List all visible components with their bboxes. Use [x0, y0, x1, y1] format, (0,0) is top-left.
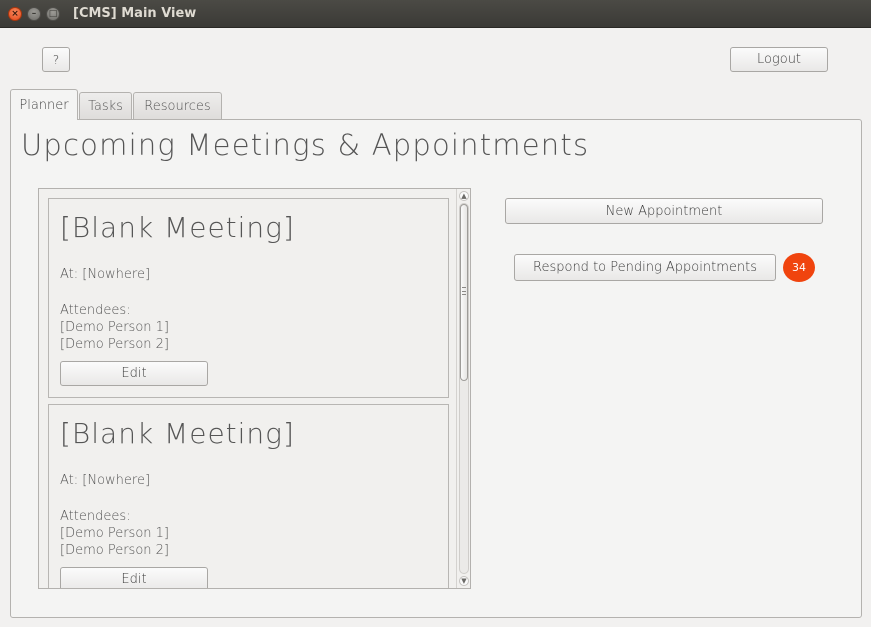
tab-resources[interactable]: Resources — [133, 92, 222, 120]
meeting-attendees-label: Attendees: — [60, 509, 131, 524]
tab-tasks[interactable]: Tasks — [79, 92, 132, 120]
window-titlebar: × – □ [CMS] Main View — [0, 0, 871, 28]
pending-count-badge: 34 — [783, 253, 815, 282]
logout-button[interactable]: Logout — [730, 47, 828, 72]
page-title: Upcoming Meetings & Appointments — [21, 128, 590, 162]
grip-icon — [462, 287, 466, 295]
meeting-list-scrollbar[interactable]: ▲ ▼ — [456, 189, 470, 588]
tab-planner[interactable]: Planner — [10, 89, 78, 120]
meeting-attendees-label: Attendees: — [60, 303, 131, 318]
help-button[interactable]: ? — [42, 47, 70, 72]
scroll-thumb[interactable] — [460, 204, 468, 381]
meeting-list[interactable]: [Blank Meeting] At: [Nowhere] Attendees:… — [38, 188, 471, 589]
meeting-location: At: [Nowhere] — [60, 267, 151, 282]
meeting-attendee: [Demo Person 2] — [60, 543, 169, 558]
window-maximize-button[interactable]: □ — [46, 7, 60, 21]
window-minimize-button[interactable]: – — [27, 7, 41, 21]
meeting-title: [Blank Meeting] — [60, 417, 295, 450]
edit-meeting-button[interactable]: Edit — [60, 567, 208, 588]
meeting-card: [Blank Meeting] At: [Nowhere] Attendees:… — [48, 198, 449, 398]
meeting-title: [Blank Meeting] — [60, 211, 295, 244]
scroll-up-icon[interactable]: ▲ — [459, 191, 469, 201]
meeting-location: At: [Nowhere] — [60, 473, 151, 488]
new-appointment-button[interactable]: New Appointment — [505, 198, 823, 224]
maximize-icon: □ — [48, 8, 58, 19]
meeting-attendee: [Demo Person 1] — [60, 320, 169, 335]
meeting-card: [Blank Meeting] At: [Nowhere] Attendees:… — [48, 404, 449, 588]
edit-meeting-button[interactable]: Edit — [60, 361, 208, 386]
minimize-icon: – — [31, 8, 37, 19]
close-icon: × — [11, 8, 19, 19]
window-close-button[interactable]: × — [8, 7, 22, 21]
scroll-track[interactable] — [459, 203, 469, 574]
meeting-attendee: [Demo Person 2] — [60, 337, 169, 352]
scroll-down-icon[interactable]: ▼ — [459, 576, 469, 586]
respond-pending-button[interactable]: Respond to Pending Appointments — [514, 254, 776, 281]
meeting-attendee: [Demo Person 1] — [60, 526, 169, 541]
window-title: [CMS] Main View — [73, 6, 197, 21]
